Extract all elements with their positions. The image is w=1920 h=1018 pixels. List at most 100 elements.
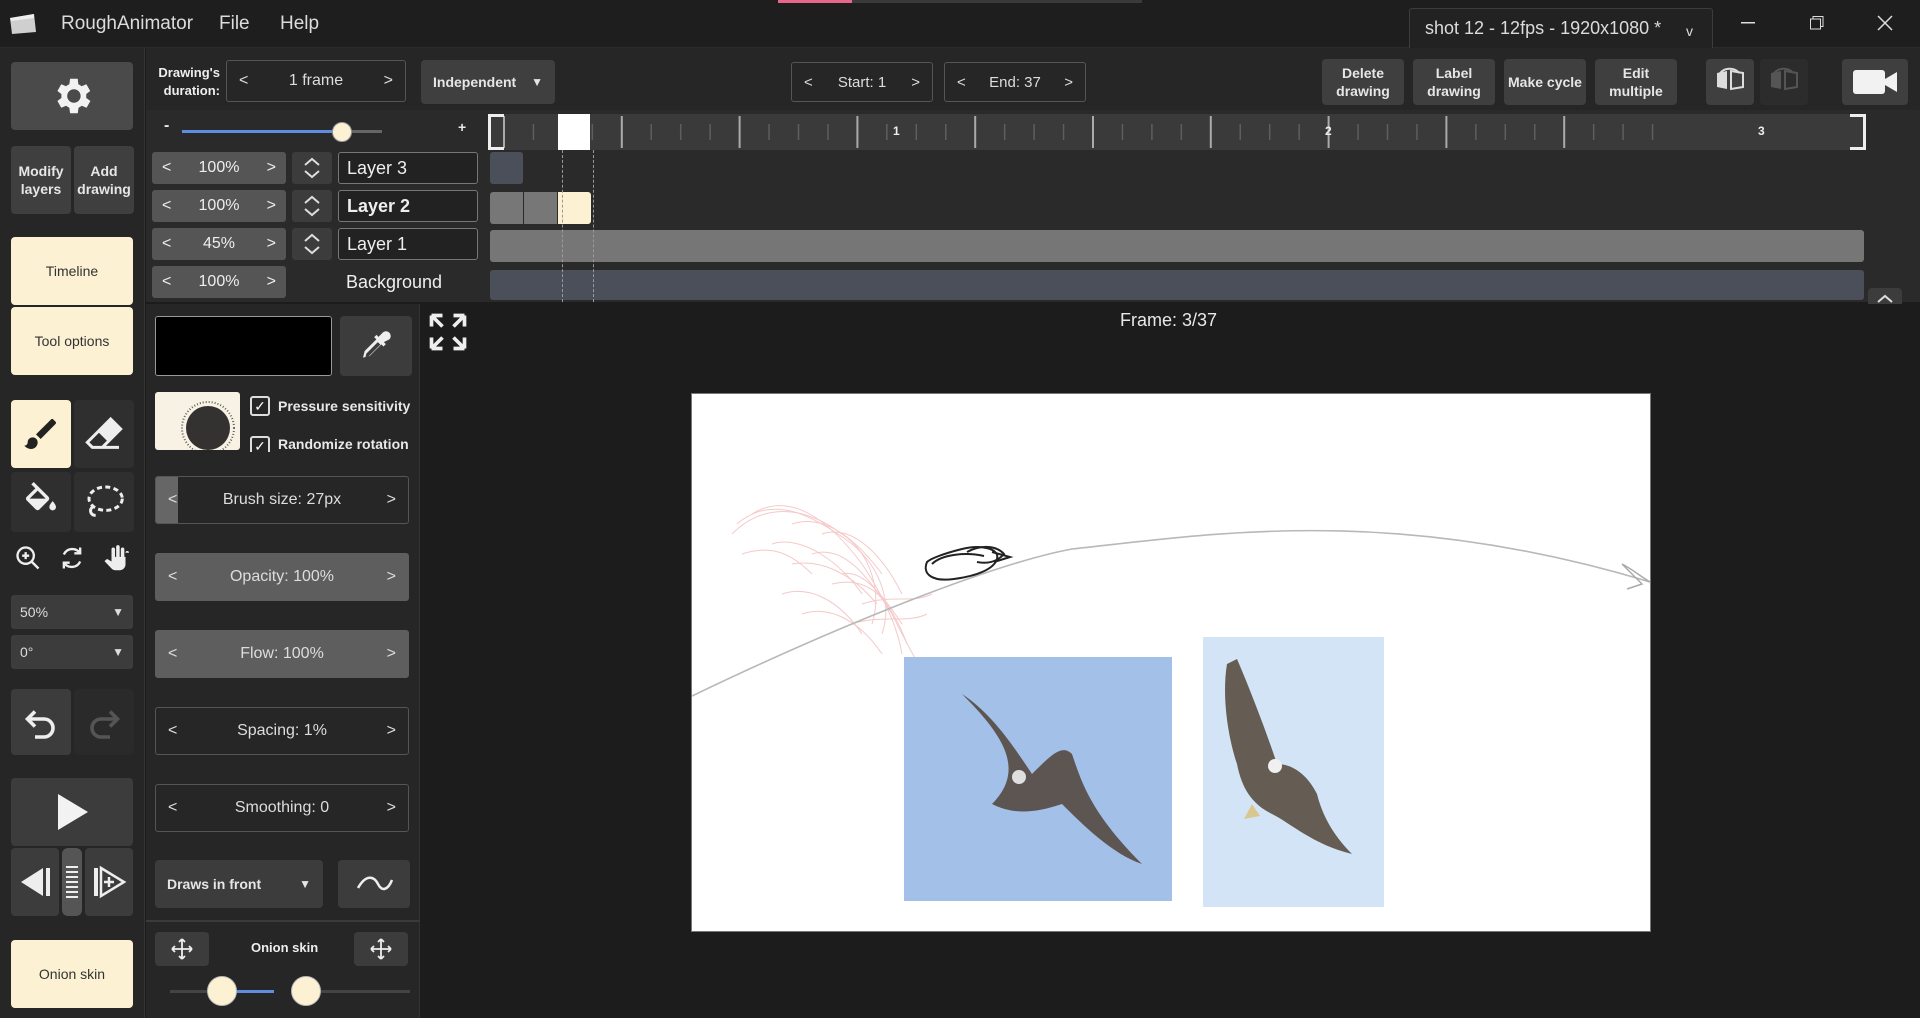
onion-after-track[interactable] — [306, 990, 410, 993]
range-start-bracket[interactable] — [488, 114, 504, 150]
document-tab[interactable]: shot 12 - 12fps - 1920x1080 * v — [1409, 8, 1713, 48]
opacity-increase[interactable]: > — [267, 273, 276, 291]
draw-order-select[interactable]: Draws in front ▼ — [155, 860, 323, 908]
pressure-checkbox[interactable]: ✓ — [250, 396, 270, 416]
layer-name-field[interactable]: Layer 1 — [338, 228, 478, 260]
spacing-increase[interactable]: > — [387, 722, 396, 740]
brush-tool-button[interactable] — [11, 400, 71, 468]
frame-cell-layer2-1[interactable] — [490, 192, 523, 224]
randomize-checkbox[interactable]: ✓ — [250, 436, 270, 452]
play-button[interactable] — [11, 778, 133, 846]
spacing-stepper[interactable]: < Spacing: 1% > — [155, 707, 409, 755]
layer-opacity-stepper[interactable]: <100% > — [152, 152, 286, 184]
flow-increase[interactable]: > — [387, 645, 396, 663]
smoothing-stepper[interactable]: < Smoothing: 0 > — [155, 784, 409, 832]
prev-frame-button[interactable] — [11, 848, 59, 916]
onion-after-thumb[interactable] — [291, 976, 321, 1006]
layer-name-field-active[interactable]: Layer 2 — [338, 190, 478, 222]
onion-before-move-button[interactable] — [155, 932, 209, 966]
end-stepper[interactable]: < End: 37 > — [944, 62, 1086, 102]
drawing-canvas[interactable] — [691, 393, 1651, 932]
opacity-increase[interactable]: > — [267, 159, 276, 177]
stroke-style-button[interactable] — [338, 860, 410, 908]
undo-button[interactable] — [11, 689, 71, 755]
edit-multiple-button[interactable]: Edit multiple — [1595, 59, 1677, 105]
smoothing-decrease[interactable]: < — [168, 799, 177, 817]
timeline-toggle-button[interactable]: Timeline — [11, 237, 133, 305]
start-stepper[interactable]: < Start: 1 > — [791, 62, 933, 102]
duration-decrease[interactable]: < — [239, 72, 248, 90]
flip-canvas-disabled-button[interactable] — [1760, 59, 1808, 105]
start-increase[interactable]: > — [911, 74, 920, 91]
current-frame-marker[interactable] — [558, 114, 590, 150]
maximize-icon[interactable] — [1792, 0, 1842, 46]
modify-layers-button[interactable]: Modify layers — [11, 146, 71, 214]
close-icon[interactable] — [1860, 0, 1910, 46]
current-color-swatch[interactable] — [155, 316, 332, 376]
eraser-tool-button[interactable] — [74, 400, 134, 468]
frame-span-background[interactable] — [490, 270, 1864, 300]
frame-cell-layer3[interactable] — [490, 152, 523, 184]
frame-span-layer1[interactable] — [490, 230, 1864, 262]
menu-help[interactable]: Help — [280, 13, 319, 35]
add-drawing-button[interactable]: Add drawing — [74, 146, 134, 214]
end-increase[interactable]: > — [1064, 74, 1073, 91]
frame-scrub-handle[interactable] — [62, 848, 82, 916]
opacity-increase[interactable]: > — [267, 197, 276, 215]
onion-skin-toggle-button[interactable]: Onion skin — [11, 940, 133, 1008]
frame-cell-layer2-2[interactable] — [524, 192, 557, 224]
brush-size-stepper[interactable]: < Brush size: 27px > — [155, 476, 409, 524]
duration-increase[interactable]: > — [384, 72, 393, 90]
onion-before-thumb[interactable] — [207, 976, 237, 1006]
fill-tool-button[interactable] — [11, 472, 71, 532]
fullscreen-icon[interactable] — [426, 310, 470, 359]
zoom-select[interactable]: 50% ▼ — [11, 595, 133, 629]
timeline-zoom-in[interactable]: + — [458, 119, 466, 135]
opacity-decrease[interactable]: < — [168, 568, 177, 586]
timeline-zoom-track[interactable] — [182, 130, 382, 133]
layer-reorder-button[interactable] — [292, 152, 332, 184]
onion-after-move-button[interactable] — [354, 932, 408, 966]
lasso-tool-button[interactable] — [74, 472, 134, 532]
hand-tool-icon[interactable] — [101, 544, 129, 577]
eyedropper-button[interactable] — [340, 316, 412, 376]
label-drawing-button[interactable]: Label drawing — [1413, 59, 1495, 105]
opacity-increase[interactable]: > — [267, 235, 276, 253]
brush-size-decrease[interactable]: < — [168, 491, 177, 509]
layer-opacity-stepper[interactable]: <100% > — [152, 266, 286, 298]
layer-opacity-stepper[interactable]: <45% > — [152, 228, 286, 260]
duration-stepper[interactable]: < 1 frame > — [226, 60, 406, 102]
randomize-rotation-row[interactable]: ✓ Randomize rotation — [250, 432, 409, 452]
menu-file[interactable]: File — [219, 13, 250, 35]
layer-name-field[interactable]: Layer 3 — [338, 152, 478, 184]
timeline-zoom-out[interactable]: - — [164, 117, 169, 135]
flow-stepper[interactable]: < Flow: 100% > — [155, 630, 409, 678]
timeline-ruler[interactable]: 1 2 3 — [488, 114, 1866, 150]
opacity-decrease[interactable]: < — [162, 273, 171, 291]
layer-opacity-stepper[interactable]: <100% > — [152, 190, 286, 222]
range-end-bracket[interactable] — [1850, 114, 1866, 150]
rotation-select[interactable]: 0° ▼ — [11, 635, 133, 669]
brush-size-increase[interactable]: > — [387, 491, 396, 509]
end-decrease[interactable]: < — [957, 74, 966, 91]
minimize-icon[interactable] — [1723, 0, 1773, 46]
layer-reorder-button[interactable] — [292, 228, 332, 260]
pressure-sensitivity-row[interactable]: ✓ Pressure sensitivity — [250, 396, 410, 416]
opacity-decrease[interactable]: < — [162, 159, 171, 177]
smoothing-increase[interactable]: > — [387, 799, 396, 817]
flip-canvas-button[interactable] — [1706, 59, 1754, 105]
redo-button[interactable] — [74, 689, 134, 755]
settings-button[interactable] — [11, 62, 133, 130]
opacity-decrease[interactable]: < — [162, 197, 171, 215]
rotate-tool-icon[interactable] — [58, 544, 86, 577]
camera-button[interactable] — [1842, 59, 1908, 105]
start-decrease[interactable]: < — [804, 74, 813, 91]
timeline-zoom-thumb[interactable] — [332, 122, 352, 142]
opacity-stepper[interactable]: < Opacity: 100% > — [155, 553, 409, 601]
opacity-increase[interactable]: > — [387, 568, 396, 586]
tool-options-toggle-button[interactable]: Tool options — [11, 307, 133, 375]
mode-select[interactable]: Independent ▼ — [421, 60, 555, 104]
zoom-tool-icon[interactable] — [14, 544, 42, 577]
next-frame-add-button[interactable] — [85, 848, 133, 916]
delete-drawing-button[interactable]: Delete drawing — [1322, 59, 1404, 105]
